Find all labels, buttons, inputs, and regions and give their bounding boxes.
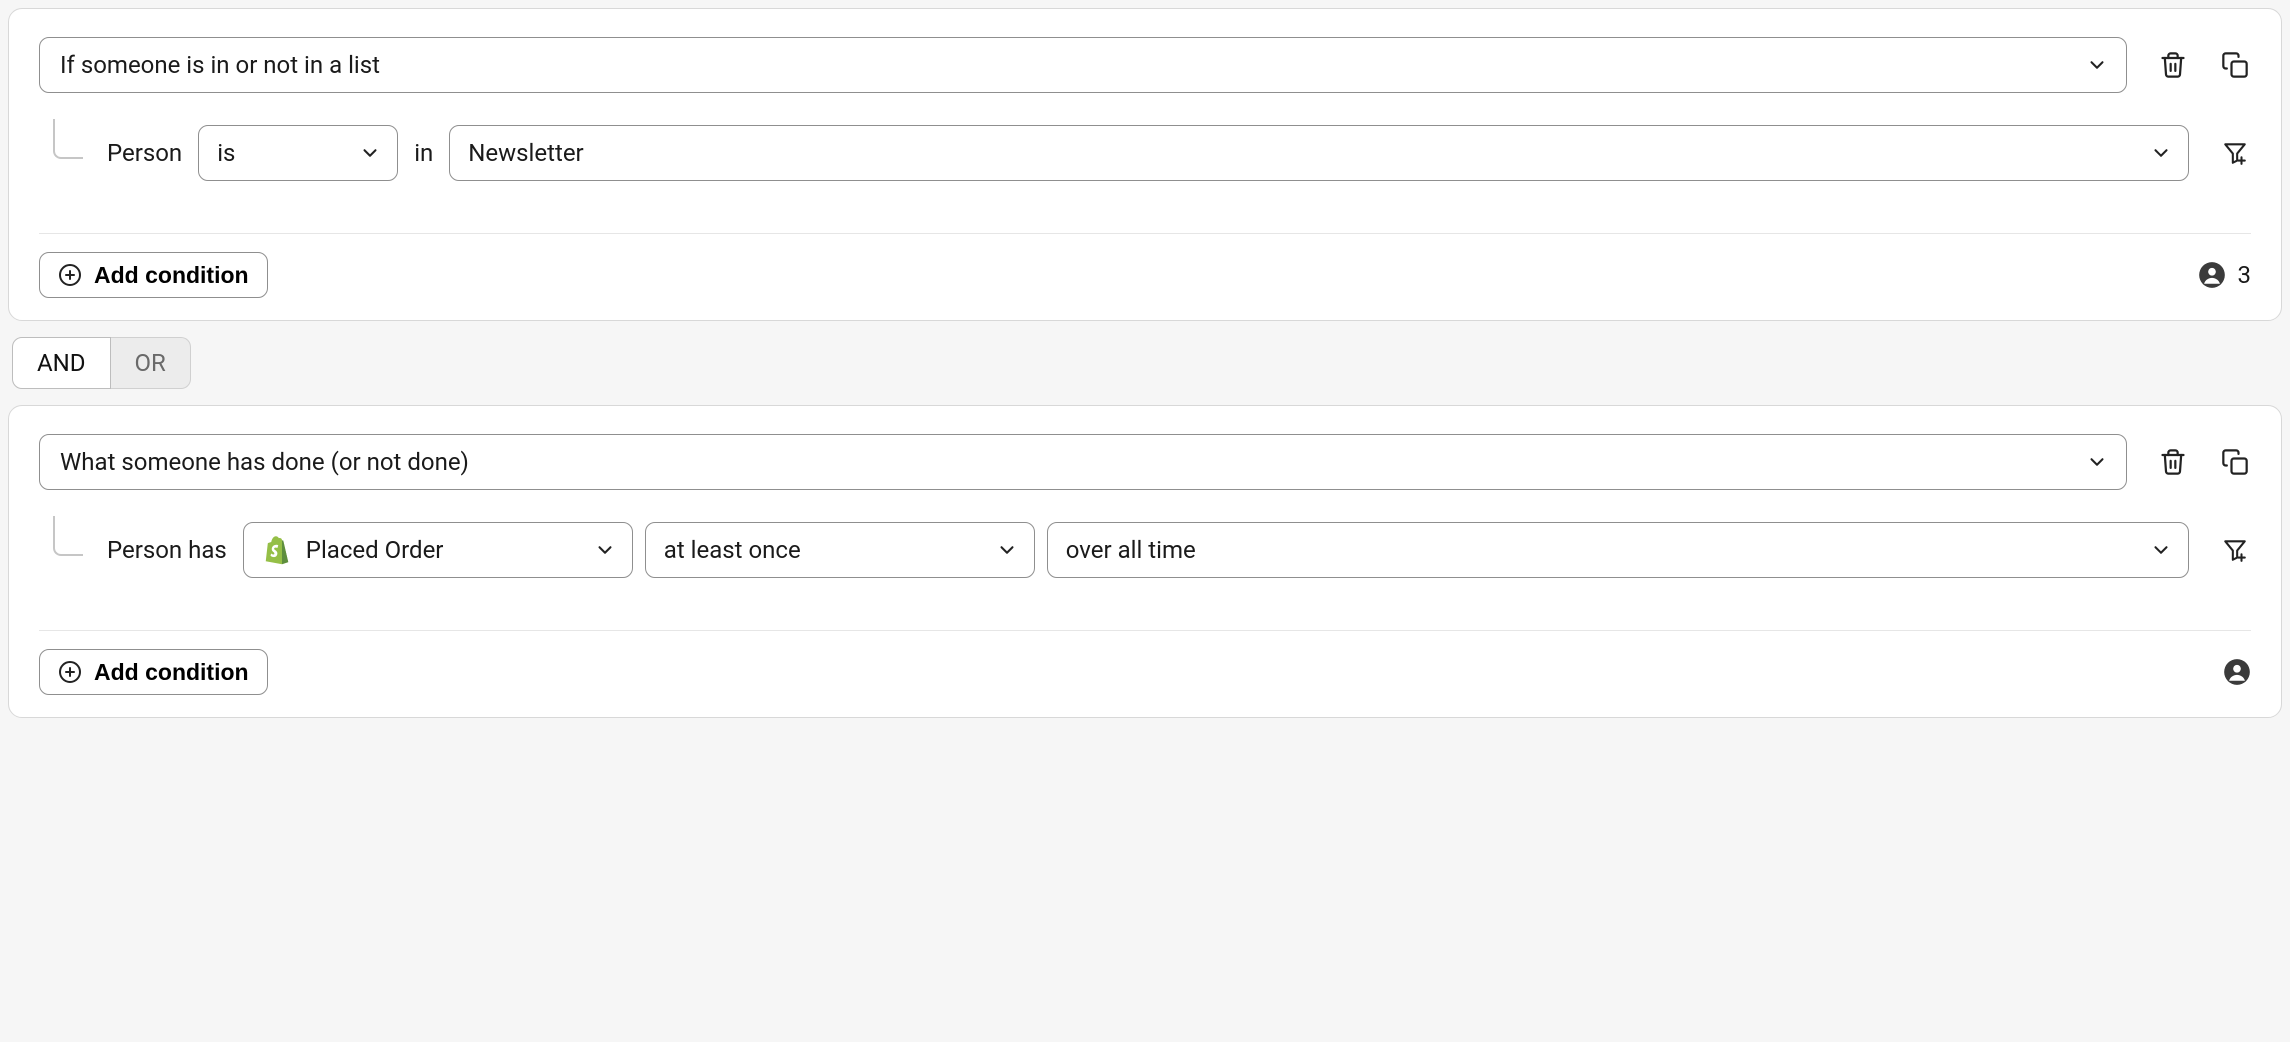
trash-icon bbox=[2159, 51, 2187, 79]
delete-button[interactable] bbox=[2157, 49, 2189, 81]
operator-value: is bbox=[217, 139, 235, 167]
tree-connector-icon bbox=[53, 516, 83, 556]
person-label: Person bbox=[107, 139, 182, 167]
add-condition-button[interactable]: Add condition bbox=[39, 252, 268, 298]
trash-icon bbox=[2159, 448, 2187, 476]
add-condition-label: Add condition bbox=[94, 659, 249, 686]
profile-count-value: 3 bbox=[2238, 261, 2252, 289]
condition-details-row: Person has Placed Order at least once ov… bbox=[39, 522, 2251, 578]
frequency-value: at least once bbox=[664, 536, 801, 564]
condition-type-select[interactable]: If someone is in or not in a list bbox=[39, 37, 2127, 93]
frequency-select[interactable]: at least once bbox=[645, 522, 1035, 578]
condition-type-value: What someone has done (or not done) bbox=[60, 448, 469, 476]
chevron-down-icon bbox=[2086, 54, 2108, 76]
in-label: in bbox=[414, 139, 433, 167]
filter-add-icon bbox=[2222, 140, 2248, 166]
chevron-down-icon bbox=[2150, 539, 2172, 561]
metric-value: Placed Order bbox=[306, 536, 444, 564]
filter-add-icon bbox=[2222, 537, 2248, 563]
chevron-down-icon bbox=[2150, 142, 2172, 164]
card-footer: Add condition 3 bbox=[39, 252, 2251, 298]
connector-and-button[interactable]: AND bbox=[12, 337, 111, 389]
operator-select[interactable]: is bbox=[198, 125, 398, 181]
card-footer: Add condition bbox=[39, 649, 2251, 695]
add-filter-button[interactable] bbox=[2219, 534, 2251, 566]
plus-circle-icon bbox=[58, 263, 82, 287]
duplicate-button[interactable] bbox=[2219, 49, 2251, 81]
condition-details-row: Person is in Newsletter bbox=[39, 125, 2251, 181]
connector-and-label: AND bbox=[37, 349, 86, 377]
add-condition-label: Add condition bbox=[94, 262, 249, 289]
copy-icon bbox=[2221, 448, 2249, 476]
tree-connector-icon bbox=[53, 119, 83, 159]
profile-count bbox=[2223, 658, 2251, 686]
add-condition-button[interactable]: Add condition bbox=[39, 649, 268, 695]
condition-type-select[interactable]: What someone has done (or not done) bbox=[39, 434, 2127, 490]
person-icon bbox=[2223, 658, 2251, 686]
condition-type-value: If someone is in or not in a list bbox=[60, 51, 380, 79]
connector-or-label: OR bbox=[135, 349, 166, 377]
person-icon bbox=[2198, 261, 2226, 289]
divider bbox=[39, 630, 2251, 631]
condition-group-1: If someone is in or not in a list Person… bbox=[8, 8, 2282, 321]
plus-circle-icon bbox=[58, 660, 82, 684]
connector-or-button[interactable]: OR bbox=[111, 337, 191, 389]
copy-icon bbox=[2221, 51, 2249, 79]
timeframe-value: over all time bbox=[1066, 536, 1196, 564]
delete-button[interactable] bbox=[2157, 446, 2189, 478]
condition-group-2: What someone has done (or not done) Pers… bbox=[8, 405, 2282, 718]
chevron-down-icon bbox=[2086, 451, 2108, 473]
divider bbox=[39, 233, 2251, 234]
chevron-down-icon bbox=[594, 539, 616, 561]
shopify-icon bbox=[262, 535, 292, 565]
add-filter-button[interactable] bbox=[2219, 137, 2251, 169]
profile-count: 3 bbox=[2198, 261, 2252, 289]
chevron-down-icon bbox=[359, 142, 381, 164]
timeframe-select[interactable]: over all time bbox=[1047, 522, 2189, 578]
condition-type-row: What someone has done (or not done) bbox=[39, 434, 2251, 490]
person-has-label: Person has bbox=[107, 536, 227, 564]
logic-connector: AND OR bbox=[12, 337, 2282, 389]
list-value: Newsletter bbox=[468, 139, 583, 167]
chevron-down-icon bbox=[996, 539, 1018, 561]
duplicate-button[interactable] bbox=[2219, 446, 2251, 478]
metric-select[interactable]: Placed Order bbox=[243, 522, 633, 578]
condition-type-row: If someone is in or not in a list bbox=[39, 37, 2251, 93]
list-select[interactable]: Newsletter bbox=[449, 125, 2189, 181]
